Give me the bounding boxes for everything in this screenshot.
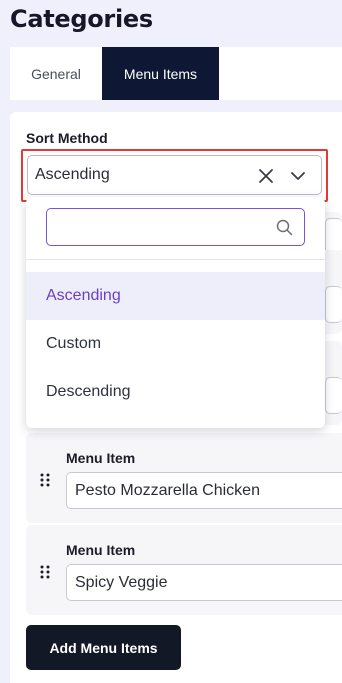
sort-method-dropdown: Ascending Custom Descending — [26, 197, 325, 428]
sort-method-label: Sort Method — [26, 130, 108, 146]
drag-handle-icon[interactable] — [40, 473, 50, 487]
chevron-down-icon[interactable] — [289, 167, 307, 185]
card-input — [325, 218, 342, 254]
clear-icon[interactable] — [257, 167, 275, 185]
tab-menu-items[interactable]: Menu Items — [102, 47, 219, 100]
add-menu-items-button[interactable]: Add Menu Items — [26, 625, 181, 670]
dropdown-divider — [26, 259, 325, 260]
menu-item-label: Menu Item — [66, 450, 136, 466]
menu-item-select[interactable]: Pesto Mozzarella Chicken — [66, 472, 342, 509]
menu-item-value: Pesto Mozzarella Chicken — [75, 482, 260, 499]
page-title: Categories — [10, 5, 153, 33]
card-input — [325, 286, 342, 323]
dropdown-search — [46, 208, 305, 246]
option-custom[interactable]: Custom — [26, 320, 325, 368]
search-icon — [276, 219, 293, 236]
option-ascending[interactable]: Ascending — [26, 272, 325, 320]
drag-handle-icon[interactable] — [40, 565, 50, 579]
dropdown-search-input[interactable] — [47, 209, 272, 245]
option-descending[interactable]: Descending — [26, 368, 325, 416]
tab-general[interactable]: General — [10, 47, 102, 100]
menu-item-card: Menu Item Pesto Mozzarella Chicken — [26, 433, 342, 523]
menu-item-value: Spicy Veggie — [75, 574, 168, 591]
sort-method-select[interactable]: Ascending — [27, 155, 322, 195]
sort-method-value: Ascending — [35, 166, 110, 183]
menu-item-card: Menu Item Spicy Veggie — [26, 525, 342, 615]
menu-item-label: Menu Item — [66, 542, 136, 558]
tab-bar: General Menu Items — [10, 47, 342, 100]
card-input — [325, 377, 342, 414]
menu-item-select[interactable]: Spicy Veggie — [66, 564, 342, 601]
